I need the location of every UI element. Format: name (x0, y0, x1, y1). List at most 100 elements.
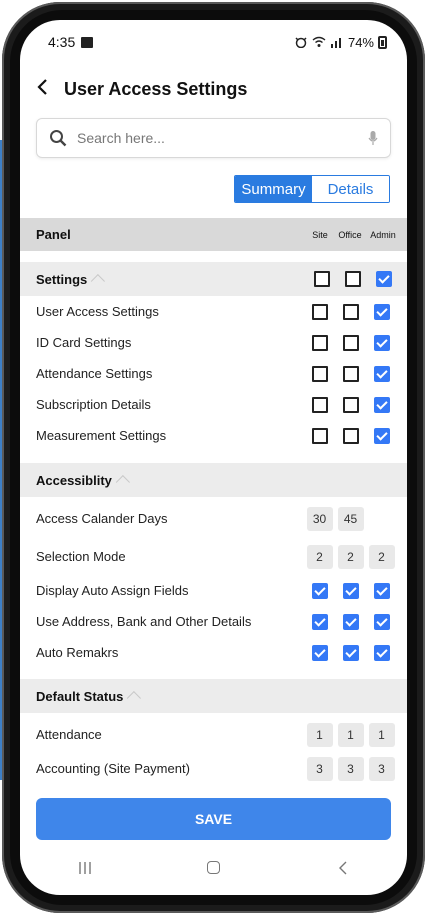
settings-admin-checkbox[interactable] (375, 271, 392, 287)
search-input[interactable] (77, 130, 368, 146)
table-row: Measurement Settings (20, 420, 407, 451)
gallery-notification-icon (81, 36, 94, 48)
office-value-field[interactable]: 2 (337, 544, 364, 569)
table-row: Selection Mode 2 2 2 (20, 541, 407, 572)
wifi-icon (312, 36, 326, 47)
admin-checkbox[interactable] (373, 365, 390, 382)
section-accessibility[interactable]: Accessiblity (20, 463, 407, 497)
clock: 4:35 (48, 34, 76, 50)
settings-site-checkbox[interactable] (313, 271, 330, 287)
row-label: Use Address, Bank and Other Details (36, 614, 252, 629)
search-icon (50, 130, 67, 147)
row-label: Access Calander Days (36, 511, 168, 526)
recent-apps-icon[interactable] (55, 861, 115, 875)
section-settings[interactable]: Settings (20, 262, 407, 296)
row-label: Selection Mode (36, 549, 126, 564)
admin-checkbox[interactable] (373, 427, 390, 444)
site-value-field[interactable]: 3 (306, 756, 333, 781)
table-row: Subscription Details (20, 389, 407, 420)
office-checkbox[interactable] (342, 334, 359, 351)
admin-checkbox[interactable] (373, 396, 390, 413)
column-office: Office (338, 229, 362, 240)
app-screen: 4:35 74% User Access Settings Summary De… (20, 20, 407, 895)
settings-header-checks (306, 271, 399, 287)
mic-icon[interactable] (368, 130, 378, 146)
office-checkbox[interactable] (342, 613, 359, 630)
battery-icon (378, 35, 387, 49)
section-title: Default Status (36, 688, 124, 704)
table-row: Attendance 1 1 1 (20, 719, 407, 750)
tab-details[interactable]: Details (312, 176, 389, 202)
site-value-field[interactable]: 2 (306, 544, 333, 569)
row-label: Attendance (36, 727, 102, 742)
table-row: ID Card Settings (20, 327, 407, 358)
row-label: ID Card Settings (36, 335, 132, 350)
system-nav-bar (20, 840, 407, 895)
admin-checkbox[interactable] (373, 644, 390, 661)
save-button[interactable]: SAVE (36, 798, 391, 840)
office-checkbox[interactable] (342, 303, 359, 320)
table-row: Accounting (Site Payment) 3 3 3 (20, 753, 407, 784)
admin-value-field[interactable]: 1 (368, 722, 395, 747)
row-label: Measurement Settings (36, 428, 167, 443)
settings-office-checkbox[interactable] (344, 271, 361, 287)
site-checkbox[interactable] (311, 644, 328, 661)
table-row: Display Auto Assign Fields (20, 575, 407, 606)
site-checkbox[interactable] (311, 303, 328, 320)
row-label: User Access Settings (36, 304, 159, 319)
admin-checkbox[interactable] (373, 613, 390, 630)
view-toggle: Summary Details (234, 175, 390, 203)
caret-up-icon[interactable] (91, 274, 106, 289)
admin-checkbox[interactable] (373, 303, 390, 320)
app-header: User Access Settings (36, 72, 391, 106)
admin-value-field[interactable]: 3 (368, 756, 395, 781)
site-checkbox[interactable] (311, 613, 328, 630)
office-checkbox[interactable] (342, 396, 359, 413)
home-icon[interactable] (184, 861, 244, 874)
row-label: Display Auto Assign Fields (36, 583, 189, 598)
column-site: Site (312, 229, 328, 240)
admin-value-field[interactable]: 2 (368, 544, 395, 569)
site-value-field[interactable]: 30 (306, 506, 333, 531)
caret-up-icon[interactable] (127, 691, 142, 706)
table-row: Use Address, Bank and Other Details (20, 606, 407, 637)
table-row: Attendance Settings (20, 358, 407, 389)
row-label: Subscription Details (36, 397, 151, 412)
office-checkbox[interactable] (342, 365, 359, 382)
table-header: Panel Site Office Admin (20, 218, 407, 251)
site-checkbox[interactable] (311, 582, 328, 599)
table-row: Auto Remakrs (20, 637, 407, 668)
tab-summary[interactable]: Summary (235, 176, 312, 202)
admin-checkbox[interactable] (373, 582, 390, 599)
row-label: Attendance Settings (36, 366, 153, 381)
battery-percent: 74% (347, 34, 374, 50)
office-checkbox[interactable] (342, 644, 359, 661)
table-row: User Access Settings (20, 296, 407, 327)
section-default-status[interactable]: Default Status (20, 679, 407, 713)
office-value-field[interactable]: 45 (337, 506, 364, 531)
office-checkbox[interactable] (342, 427, 359, 444)
site-checkbox[interactable] (311, 396, 328, 413)
site-checkbox[interactable] (311, 334, 328, 351)
office-value-field[interactable]: 3 (337, 756, 364, 781)
office-checkbox[interactable] (342, 582, 359, 599)
table-row: Access Calander Days 30 45 (20, 503, 407, 534)
section-title: Settings (36, 271, 88, 287)
back-nav-icon[interactable] (313, 861, 373, 875)
site-value-field[interactable]: 1 (306, 722, 333, 747)
panel-column-label: Panel (36, 227, 71, 242)
site-checkbox[interactable] (311, 365, 328, 382)
office-value-field[interactable]: 1 (337, 722, 364, 747)
page-title: User Access Settings (64, 78, 248, 99)
signal-icon (330, 38, 341, 48)
search-bar[interactable] (36, 118, 391, 158)
column-admin: Admin (370, 229, 396, 240)
caret-up-icon[interactable] (115, 475, 130, 490)
site-checkbox[interactable] (311, 427, 328, 444)
section-title: Accessiblity (36, 472, 112, 488)
admin-checkbox[interactable] (373, 334, 390, 351)
status-bar: 4:35 74% (20, 20, 407, 64)
row-label: Accounting (Site Payment) (36, 761, 190, 776)
row-label: Auto Remakrs (36, 645, 119, 660)
chevron-left-icon[interactable] (36, 78, 52, 100)
